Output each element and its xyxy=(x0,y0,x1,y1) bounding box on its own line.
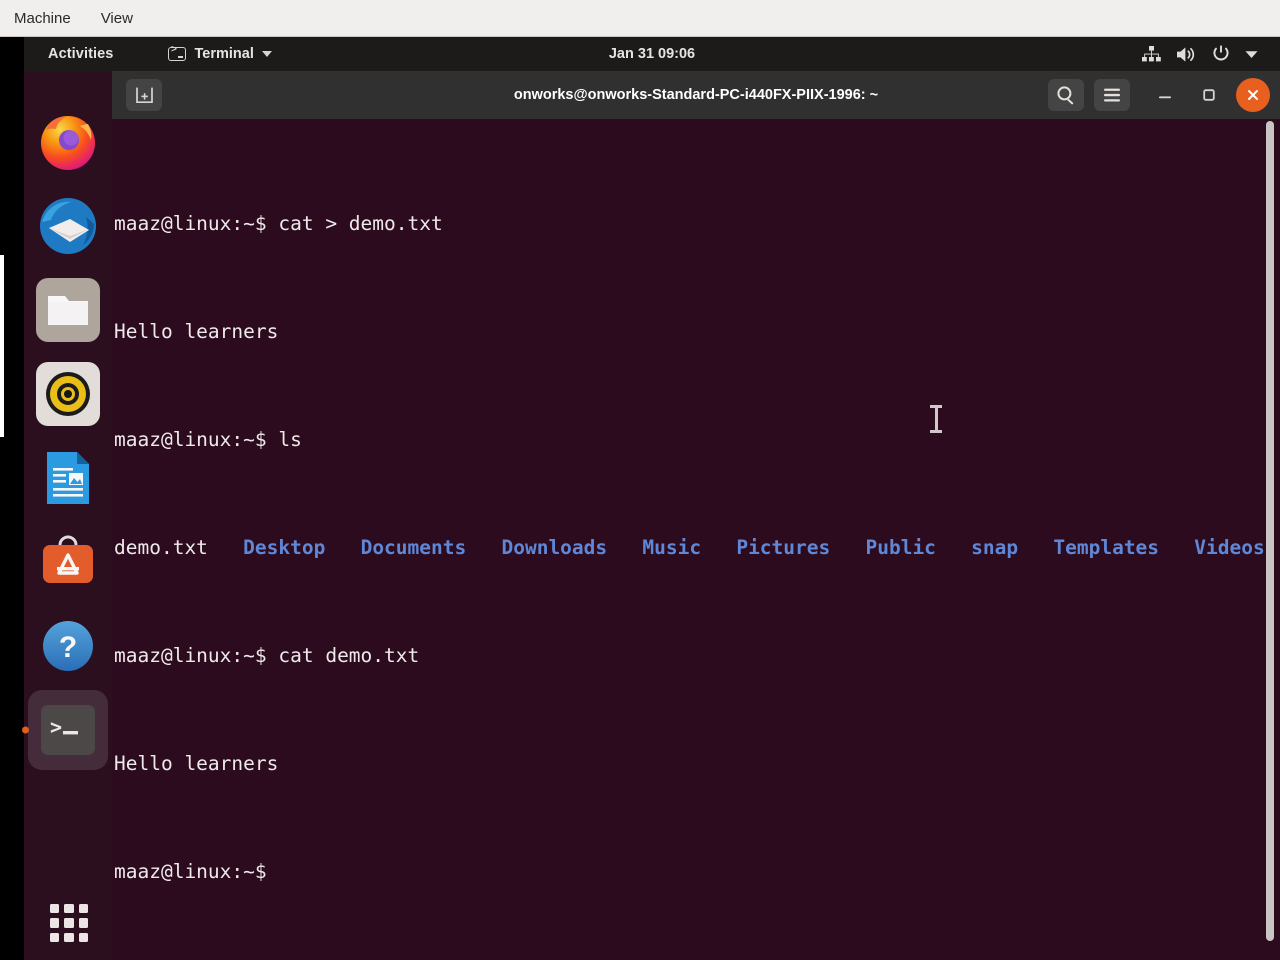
terminal-line: maaz@linux:~$ cat demo.txt xyxy=(114,642,1280,669)
dock-item-terminal[interactable]: > xyxy=(28,690,108,770)
dock-item-files[interactable] xyxy=(36,278,100,342)
power-icon[interactable] xyxy=(1212,45,1230,63)
dock-item-rhythmbox[interactable] xyxy=(36,362,100,426)
network-icon[interactable] xyxy=(1142,46,1161,63)
command-text: cat demo.txt xyxy=(267,644,420,667)
terminal-body[interactable]: maaz@linux:~$ cat > demo.txt Hello learn… xyxy=(112,119,1280,960)
left-black-gutter xyxy=(0,37,24,960)
terminal-titlebar[interactable]: onworks@onworks-Standard-PC-i440FX-PIIX-… xyxy=(112,71,1280,119)
terminal-line: maaz@linux:~$ cat > demo.txt xyxy=(114,210,1280,237)
show-applications-button[interactable] xyxy=(50,904,88,942)
dock-item-firefox[interactable] xyxy=(36,110,100,174)
prompt-text: maaz@linux:~$ xyxy=(114,644,267,667)
activities-button[interactable]: Activities xyxy=(48,46,113,62)
chevron-down-icon-tray[interactable] xyxy=(1245,50,1258,59)
folder-icon xyxy=(36,278,100,342)
minimize-icon xyxy=(1157,87,1173,103)
ubuntu-dock: ? > xyxy=(24,71,112,960)
dock-item-help[interactable]: ? xyxy=(36,614,100,678)
prompt-text: maaz@linux:~$ xyxy=(114,212,267,235)
ls-entry-file: demo.txt xyxy=(114,536,208,559)
ls-entry-dir: Templates xyxy=(1053,536,1159,559)
running-indicator-dot xyxy=(22,727,29,734)
grid-dot xyxy=(79,904,88,913)
terminal-search-button[interactable] xyxy=(1048,79,1084,111)
dock-item-thunderbird[interactable] xyxy=(36,194,100,258)
terminal-ls-output: demo.txt Desktop Documents Downloads Mus… xyxy=(114,534,1280,561)
ls-entry-dir: Music xyxy=(642,536,701,559)
close-button[interactable] xyxy=(1236,78,1270,112)
close-icon xyxy=(1246,88,1260,102)
new-tab-icon xyxy=(135,87,154,104)
search-icon xyxy=(1056,85,1076,105)
thunderbird-icon xyxy=(36,194,100,258)
chevron-down-icon xyxy=(262,51,272,57)
dock-item-ubuntu-software[interactable] xyxy=(36,530,100,594)
ls-entry-dir: Documents xyxy=(361,536,467,559)
grid-dot xyxy=(64,933,73,942)
terminal-output: maaz@linux:~$ cat > demo.txt Hello learn… xyxy=(112,129,1280,960)
terminal-line: maaz@linux:~$ xyxy=(114,858,1280,885)
app-menu-terminal[interactable]: Terminal xyxy=(168,46,271,62)
app-menu-label: Terminal xyxy=(194,46,253,62)
terminal-icon: > xyxy=(39,701,97,759)
terminal-window: onworks@onworks-Standard-PC-i440FX-PIIX-… xyxy=(112,71,1280,960)
terminal-scrollbar[interactable] xyxy=(1266,121,1274,941)
prompt-text: maaz@linux:~$ xyxy=(114,860,267,883)
firefox-icon xyxy=(36,110,100,174)
ls-entry-dir: Desktop xyxy=(243,536,325,559)
ls-entry-dir: Videos xyxy=(1194,536,1264,559)
gnome-top-bar: Activities Terminal Jan 31 09:06 xyxy=(24,37,1280,71)
guest-desktop: Activities Terminal Jan 31 09:06 xyxy=(0,37,1280,960)
command-text: ls xyxy=(267,428,302,451)
titlebar-controls xyxy=(1048,78,1270,112)
help-icon: ? xyxy=(36,614,100,678)
new-tab-button[interactable] xyxy=(126,79,162,111)
grid-dot xyxy=(79,918,88,927)
speaker-icon xyxy=(36,362,100,426)
dock-item-libreoffice-writer[interactable] xyxy=(36,446,100,510)
svg-text:>: > xyxy=(50,715,62,739)
svg-text:?: ? xyxy=(59,631,77,664)
hamburger-menu-icon xyxy=(1102,87,1122,103)
ls-entry-dir: snap xyxy=(971,536,1018,559)
system-tray xyxy=(1142,45,1258,63)
grid-dot xyxy=(64,904,73,913)
ls-entry-dir: Pictures xyxy=(736,536,830,559)
host-menu-machine[interactable]: Machine xyxy=(10,8,75,29)
prompt-text: maaz@linux:~$ xyxy=(114,428,267,451)
terminal-menu-button[interactable] xyxy=(1094,79,1130,111)
ls-entry-dir: Public xyxy=(865,536,935,559)
libreoffice-writer-icon xyxy=(36,446,100,510)
window-edge-sliver xyxy=(0,255,4,437)
maximize-icon xyxy=(1201,87,1217,103)
grid-dot xyxy=(50,933,59,942)
grid-dot xyxy=(64,918,73,927)
screen: Machine View Activities Terminal Jan 31 … xyxy=(0,0,1280,960)
grid-dot xyxy=(79,933,88,942)
host-menu-view[interactable]: View xyxy=(97,8,137,29)
terminal-line: maaz@linux:~$ ls xyxy=(114,426,1280,453)
ubuntu-software-icon xyxy=(36,530,100,594)
command-text: cat > demo.txt xyxy=(267,212,443,235)
grid-dot xyxy=(50,918,59,927)
maximize-button[interactable] xyxy=(1192,78,1226,112)
terminal-line: Hello learners xyxy=(114,318,1280,345)
host-menubar: Machine View xyxy=(0,0,1280,37)
minimize-button[interactable] xyxy=(1148,78,1182,112)
terminal-line: Hello learners xyxy=(114,750,1280,777)
ls-entry-dir: Downloads xyxy=(501,536,607,559)
terminal-icon xyxy=(168,47,186,61)
volume-icon[interactable] xyxy=(1176,46,1197,63)
grid-dot xyxy=(50,904,59,913)
